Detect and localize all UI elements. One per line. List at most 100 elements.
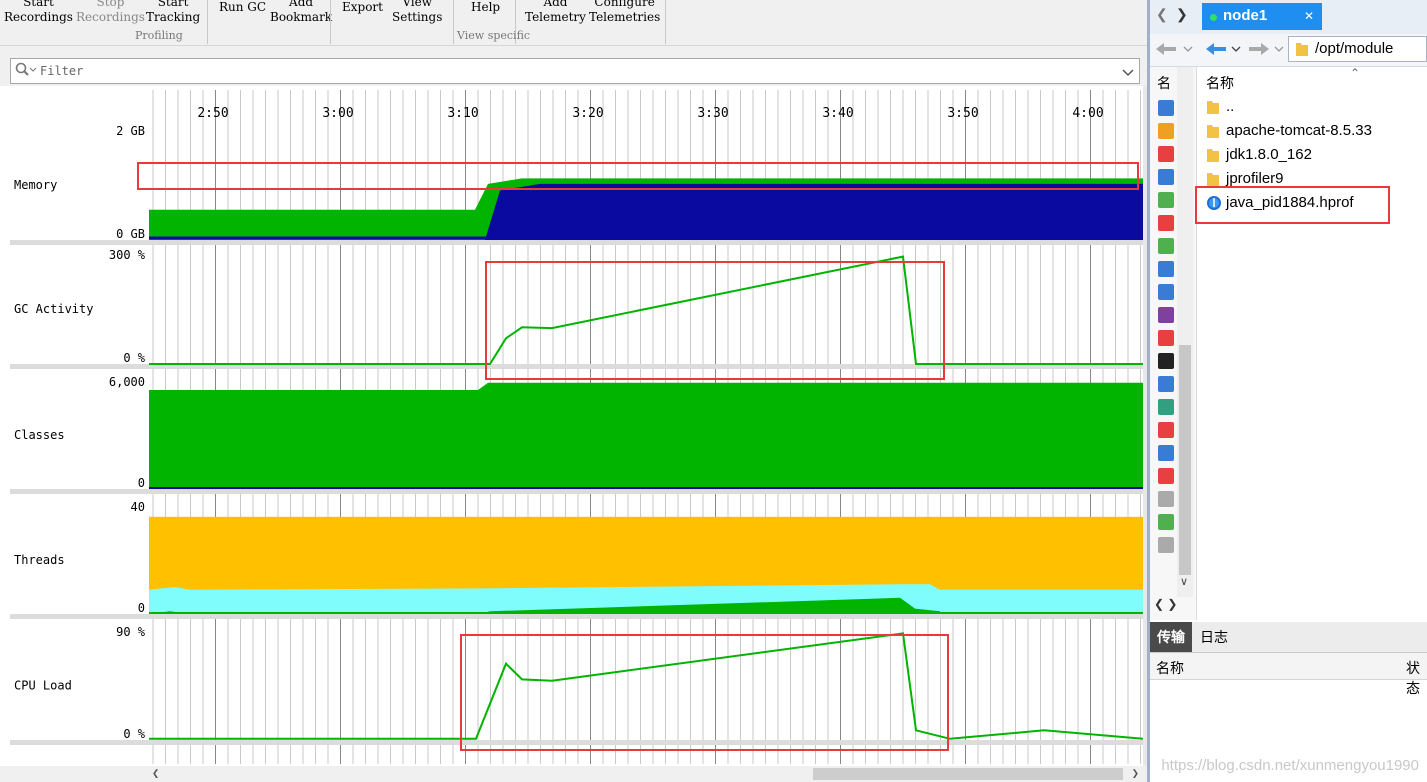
tab-prev-icon[interactable]: ❮ (1156, 6, 1168, 23)
app-shortcut-icon[interactable] (1158, 353, 1174, 369)
time-tick-label: 3:40 (822, 106, 853, 121)
add-telemetry-button[interactable]: Add Telemetry (525, 0, 586, 25)
folder-icon (1206, 171, 1220, 191)
run-gc-button[interactable]: Run GC (219, 0, 266, 15)
horizontal-scrollbar[interactable]: ❮ ❯ (148, 766, 1143, 782)
profiling-group-label: Profiling (135, 29, 183, 42)
classes-label: Classes (14, 428, 65, 442)
filter-input[interactable]: Filter (10, 58, 1140, 84)
folder-icon (1206, 147, 1220, 167)
app-shortcut-icon[interactable] (1158, 399, 1174, 415)
app-shortcut-icon[interactable] (1158, 537, 1174, 553)
app-shortcut-icon[interactable] (1158, 123, 1174, 139)
cpu-ymin-label: 0 % (123, 727, 145, 741)
tab-bar: ❮ ❯ node1 ✕ (1150, 0, 1427, 35)
add-bookmark-button[interactable]: Add Bookmark (270, 0, 332, 25)
sort-caret-icon: ⌃ (1350, 66, 1361, 80)
app-shortcut-icon[interactable] (1158, 238, 1174, 254)
sidebar-horizontal-arrows[interactable]: ❮ ❯ (1154, 597, 1177, 611)
app-shortcut-icon[interactable] (1158, 422, 1174, 438)
threads-label: Threads (14, 553, 65, 567)
remote-file-list: 名称 ⌃ .. apache-tomcat-8.5.33 jdk1.8.0_16… (1198, 66, 1427, 620)
scroll-down-icon[interactable]: ∨ (1180, 575, 1188, 588)
app-shortcut-icon[interactable] (1158, 376, 1174, 392)
memory-panel-separator (10, 240, 1143, 245)
telemetry-charts: 2:50 3:00 3:10 3:20 3:30 3:40 3:50 4:00 Memory 2 … (10, 90, 1143, 764)
scroll-right-icon[interactable]: ❯ (1132, 766, 1139, 780)
toolbar-separator (207, 0, 208, 44)
app-shortcut-icon[interactable] (1158, 261, 1174, 277)
app-shortcut-icon[interactable] (1158, 192, 1174, 208)
classes-ymax-label: 6,000 (109, 375, 145, 389)
toolbar-separator (665, 0, 666, 44)
watermark: https://blog.csdn.net/xunmengyou1990 (1161, 757, 1419, 774)
tab-log[interactable]: 日志 (1200, 622, 1228, 652)
view-specific-group-label: View specific (457, 29, 531, 42)
app-shortcut-icon[interactable] (1158, 307, 1174, 323)
time-tick-label: 3:00 (322, 106, 353, 121)
cpu-label: CPU Load (14, 679, 72, 693)
close-icon[interactable]: ✕ (1304, 9, 1314, 23)
classes-area (149, 382, 1143, 489)
app-shortcut-icon[interactable] (1158, 284, 1174, 300)
transfer-table-header: 名称 状态 (1150, 653, 1427, 696)
status-column-header[interactable]: 状态 (1406, 658, 1427, 698)
scrollbar-thumb[interactable] (1179, 345, 1191, 575)
gc-activity-line (149, 255, 1143, 365)
stop-recordings-button[interactable]: Stop Recordings (76, 0, 145, 25)
jprofiler-window: Start Recordings Stop Recordings Start Trac… (0, 0, 1147, 782)
time-tick-label: 2:50 (197, 106, 228, 121)
name-column-header[interactable]: 名称 (1206, 73, 1234, 93)
gc-ymin-label: 0 % (123, 351, 145, 365)
memory-ymax-label: 2 GB (116, 124, 145, 138)
cpu-ymax-label: 90 % (116, 625, 146, 639)
app-shortcut-icon[interactable] (1158, 100, 1174, 116)
tab-next-icon[interactable]: ❯ (1176, 6, 1188, 23)
help-button[interactable]: Help (471, 0, 500, 15)
forward-arrow-icon[interactable] (1247, 40, 1285, 63)
app-shortcut-icon[interactable] (1158, 146, 1174, 162)
toolbar-separator (453, 0, 454, 44)
start-recordings-button[interactable]: Start Recordings (4, 0, 73, 25)
threads-ymin-label: 0 (138, 601, 145, 615)
toolbar-separator (330, 0, 331, 44)
telemetry-overview: 2:50 3:00 3:10 3:20 3:30 3:40 3:50 4:00 Memory 2 … (0, 86, 1147, 766)
threads-ymax-label: 40 (131, 500, 145, 514)
name-column-header[interactable]: 名称 (1156, 658, 1184, 678)
filter-placeholder: Filter (40, 64, 84, 78)
scrollbar-thumb[interactable] (813, 768, 1123, 780)
view-settings-button[interactable]: View Settings (392, 0, 442, 25)
app-shortcut-icon[interactable] (1158, 468, 1174, 484)
toolbar: Start Recordings Stop Recordings Start Trac… (0, 0, 1147, 46)
start-tracking-button[interactable]: Start Tracking (146, 0, 200, 25)
app-shortcut-icon[interactable] (1158, 330, 1174, 346)
app-shortcut-icon[interactable] (1158, 169, 1174, 185)
time-tick-label: 4:00 (1072, 106, 1103, 121)
cpu-panel-separator (10, 740, 1143, 745)
back-arrow-icon[interactable] (1204, 40, 1244, 63)
tab-transfer[interactable]: 传输 (1150, 622, 1192, 652)
cpu-load-line (149, 632, 1143, 740)
time-tick-label: 3:20 (572, 106, 603, 121)
gc-label: GC Activity (14, 302, 93, 316)
folder-icon (1206, 99, 1220, 119)
path-input[interactable]: /opt/module (1288, 36, 1427, 62)
app-shortcut-icon[interactable] (1158, 215, 1174, 231)
memory-label: Memory (14, 178, 57, 192)
scroll-left-icon[interactable]: ❮ (152, 766, 159, 780)
app-shortcut-icon[interactable] (1158, 514, 1174, 530)
file-browser: ❮ ❯ node1 ✕ /opt/module 名 ∨ ❮ ❯ 名称 ⌃ .. … (1150, 0, 1427, 782)
configure-telemetries-button[interactable]: Configure Telemetries (589, 0, 660, 25)
chevron-down-icon[interactable] (1121, 64, 1135, 83)
time-tick-label: 3:50 (947, 106, 978, 121)
connected-status-icon (1210, 14, 1217, 21)
sidebar-column-header[interactable]: 名 (1157, 73, 1171, 93)
back-arrow-icon[interactable] (1154, 40, 1194, 63)
hprof-file-icon (1206, 195, 1222, 215)
tab-node1[interactable]: node1 ✕ (1202, 3, 1322, 30)
classes-panel-separator (10, 489, 1143, 494)
sidebar-scrollbar[interactable]: ∨ (1177, 67, 1193, 597)
app-shortcut-icon[interactable] (1158, 491, 1174, 507)
export-button[interactable]: Export (342, 0, 383, 15)
app-shortcut-icon[interactable] (1158, 445, 1174, 461)
